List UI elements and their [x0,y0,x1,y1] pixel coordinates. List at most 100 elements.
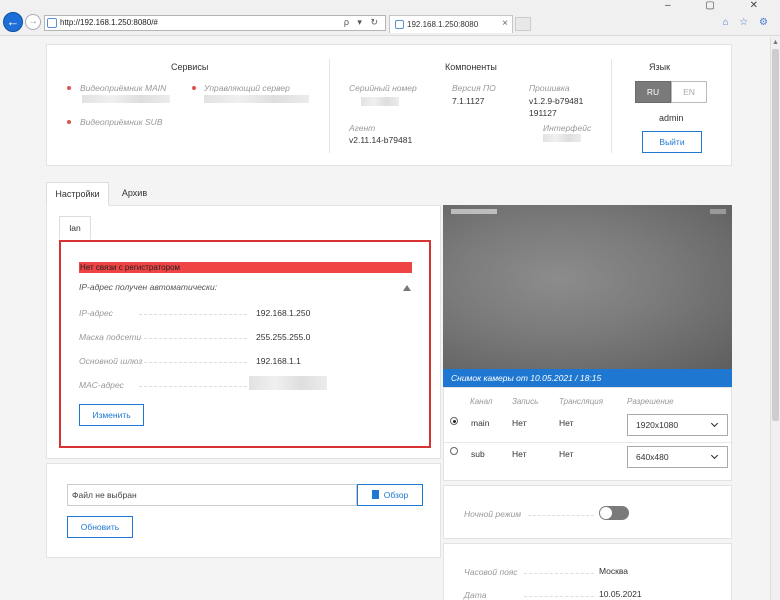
tab-settings[interactable]: Настройки [46,182,109,206]
logout-button[interactable]: Выйти [642,131,702,153]
resolution-value: 640x480 [636,452,669,462]
firmware-upload-panel: Файл не выбран Обзор Обновить [46,463,441,558]
camera-snapshot [443,205,732,369]
agent-value: v2.11.14-b79481 [349,135,413,145]
col-header-resolution: Разрешение [627,397,674,406]
scroll-thumb[interactable] [772,49,779,421]
gateway-label: Основной шлюз [79,356,143,366]
resolution-select-sub[interactable]: 640x480 [627,446,728,468]
file-icon [371,490,379,499]
forward-button[interactable]: → [25,14,41,30]
agent-label: Агент [349,123,376,133]
firmware-build: 191127 [529,108,557,118]
interface-value [543,134,581,142]
timezone-value: Москва [599,566,629,576]
tab-lan[interactable]: lan [59,216,91,240]
change-button[interactable]: Изменить [79,404,144,426]
camera-osd-text [710,209,726,214]
lang-ru-button[interactable]: RU [635,81,671,103]
dashed-leader [139,362,247,363]
browse-button[interactable]: Обзор [357,484,423,506]
service-server-value [204,95,309,103]
address-bar[interactable]: http://192.168.1.250:8080/# ρ ▾ ↻ [44,15,386,31]
version-label: Версия ПО [452,83,496,93]
dashed-leader [524,596,594,597]
version-value: 7.1.1127 [452,96,485,106]
divider [329,59,330,153]
mask-value: 255.255.255.0 [256,332,311,342]
col-header-stream: Трансляция [559,397,604,406]
components-title: Компоненты [445,62,497,72]
firmware-value: v1.2.9-b79481 [529,96,584,106]
channels-panel: Канал Запись Трансляция Разрешение main … [443,387,733,481]
tab-site-icon [395,20,404,29]
file-field[interactable]: Файл не выбран [67,484,357,506]
firmware-label: Прошивка [529,83,570,93]
close-tab-icon[interactable]: × [502,18,508,29]
home-favorites-settings-icon[interactable]: ⌂ ☆ ⚙ [722,17,772,28]
auto-ip-label: IP-адрес получен автоматически: [79,282,218,292]
browser-chrome: ← → http://192.168.1.250:8080/# ρ ▾ ↻ 19… [0,0,780,36]
serial-label: Серийный номер [349,83,417,93]
interface-label: Интерфейс [543,123,592,133]
resolution-select-main[interactable]: 1920x1080 [627,414,728,436]
new-tab-button[interactable] [515,17,531,31]
lang-en-button[interactable]: EN [671,81,707,103]
vertical-scrollbar[interactable]: ▲ [770,37,780,600]
dashed-leader [139,314,247,315]
channel-main-radio[interactable] [450,417,458,425]
channel-stream: Нет [559,418,574,428]
status-dot [67,120,71,124]
channel-name: main [471,418,490,428]
divider [444,442,733,443]
night-mode-panel: Ночной режим [443,485,732,539]
gateway-value: 192.168.1.1 [256,356,301,366]
back-button[interactable]: ← [3,12,23,32]
update-button[interactable]: Обновить [67,516,133,538]
status-dot [67,86,71,90]
col-header-record: Запись [512,397,539,406]
tab-title: 192.168.1.250:8080 [407,20,479,29]
dashed-leader [139,338,247,339]
dashed-leader [139,386,247,387]
lan-settings-box: Нет связи с регистратором IP-адрес получ… [59,240,431,448]
services-title: Сервисы [171,62,209,72]
window-controls-icon[interactable]: – ▢ ✕ [665,0,774,11]
dashed-leader [524,573,594,574]
settings-panel: lan Нет связи с регистратором IP-адрес п… [46,205,441,459]
service-main-label: Видеоприёмник MAIN [80,83,167,93]
service-main-value [82,95,170,103]
mac-label: MAC-адрес [79,380,124,390]
date-label: Дата [464,590,487,600]
ip-label: IP-адрес [79,308,113,318]
address-tools-icon[interactable]: ρ ▾ ↻ [344,17,381,28]
status-dot [192,86,196,90]
camera-osd-text [451,209,497,214]
dashed-leader [528,515,594,516]
channel-record: Нет [512,418,527,428]
tab-archive[interactable]: Архив [112,182,157,206]
mask-label: Маска подсети [79,332,142,342]
browse-label: Обзор [383,490,409,500]
mac-value [249,376,327,390]
collapse-icon[interactable] [403,285,411,291]
username: admin [659,113,684,123]
service-sub-label: Видеоприёмник SUB [80,117,163,127]
channel-stream: Нет [559,449,574,459]
site-icon [47,18,57,28]
url-text: http://192.168.1.250:8080/# [60,18,158,27]
language-title: Язык [649,62,671,72]
service-server-label: Управляющий сервер [204,83,290,93]
channel-record: Нет [512,449,527,459]
channel-sub-radio[interactable] [450,447,458,455]
night-mode-toggle[interactable] [599,506,629,520]
snapshot-caption: Снимок камеры от 10.05.2021 / 18:15 [443,369,732,387]
browser-tab[interactable]: 192.168.1.250:8080 × [389,15,513,33]
channel-name: sub [471,449,485,459]
scroll-up-icon[interactable]: ▲ [772,39,779,46]
night-mode-label: Ночной режим [464,509,522,519]
connection-error-banner: Нет связи с регистратором [79,262,412,273]
info-panel: Сервисы Видеоприёмник MAIN Управляющий с… [46,44,732,166]
col-header-channel: Канал [470,397,493,406]
camera-snapshot-panel: Снимок камеры от 10.05.2021 / 18:15 [443,205,732,387]
